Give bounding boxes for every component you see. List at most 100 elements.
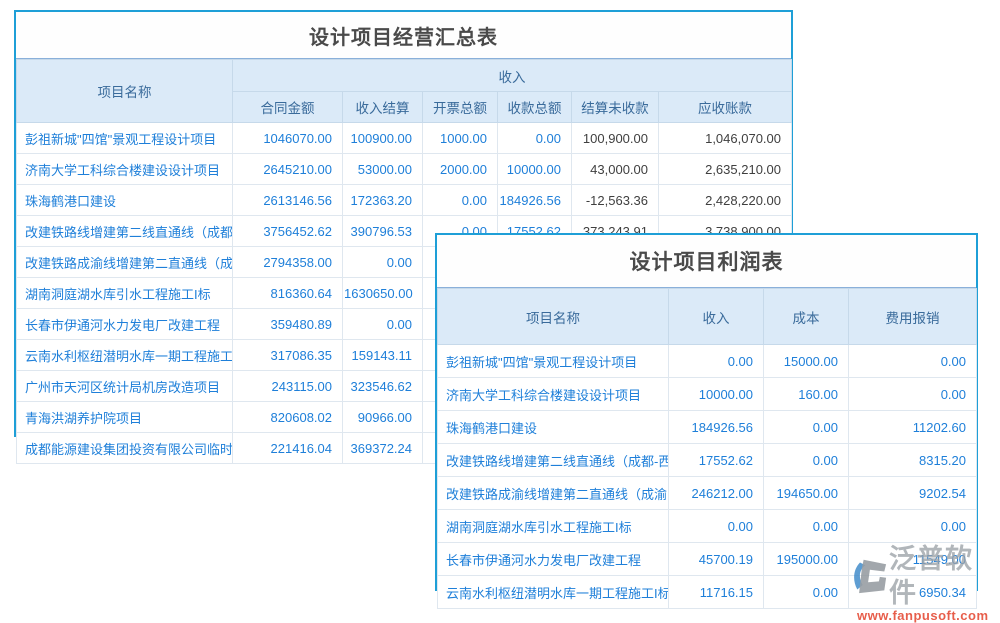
project-name-cell[interactable]: 改建铁路成渝线增建第二直通线（成 [17,247,233,278]
column-header: 收款总额 [498,92,572,123]
project-name-cell[interactable]: 成都能源建设集团投资有限公司临时 [17,433,233,464]
value-cell: 2794358.00 [233,247,343,278]
project-name-cell[interactable]: 改建铁路线增建第二线直通线（成都-西 [438,444,669,477]
value-cell: 2,635,210.00 [659,154,792,185]
value-cell: 0.00 [423,185,498,216]
value-cell: 820608.02 [233,402,343,433]
summary-table-title: 设计项目经营汇总表 [16,12,791,59]
value-cell: 100900.00 [343,123,423,154]
value-cell: 2613146.56 [233,185,343,216]
table-row: 彭祖新城"四馆"景观工程设计项目0.0015000.000.00 [438,345,977,378]
value-cell: 2,428,220.00 [659,185,792,216]
value-cell: 369372.24 [343,433,423,464]
project-name-cell[interactable]: 改建铁路成渝线增建第二直通线（成渝 [438,477,669,510]
value-cell: 390796.53 [343,216,423,247]
value-cell: 6950.34 [849,576,977,609]
group-header-income: 收入 [233,60,792,92]
value-cell: 100,900.00 [572,123,659,154]
column-header-project-name: 项目名称 [17,60,233,123]
value-cell: 3756452.62 [233,216,343,247]
value-cell: 0.00 [343,309,423,340]
value-cell: 2000.00 [423,154,498,185]
value-cell: 172363.20 [343,185,423,216]
value-cell: 184926.56 [498,185,572,216]
value-cell: -12,563.36 [572,185,659,216]
column-header: 项目名称 [438,289,669,345]
value-cell: 221416.04 [233,433,343,464]
table-row: 彭祖新城"四馆"景观工程设计项目1046070.00100900.001000.… [17,123,792,154]
table-row: 湖南洞庭湖水库引水工程施工I标0.000.000.00 [438,510,977,543]
value-cell: 9202.54 [849,477,977,510]
value-cell: 10000.00 [669,378,764,411]
table-row: 改建铁路成渝线增建第二直通线（成渝246212.00194650.009202.… [438,477,977,510]
project-name-cell[interactable]: 珠海鹤港口建设 [17,185,233,216]
project-name-cell[interactable]: 珠海鹤港口建设 [438,411,669,444]
project-name-cell[interactable]: 济南大学工科综合楼建设设计项目 [438,378,669,411]
table-row: 济南大学工科综合楼建设设计项目2645210.0053000.002000.00… [17,154,792,185]
value-cell: 323546.62 [343,371,423,402]
profit-table: 项目名称收入成本费用报销 彭祖新城"四馆"景观工程设计项目0.0015000.0… [437,288,977,609]
project-name-cell[interactable]: 长春市伊通河水力发电厂改建工程 [17,309,233,340]
value-cell: 53000.00 [343,154,423,185]
value-cell: 43,000.00 [572,154,659,185]
project-name-cell[interactable]: 青海洪湖养护院项目 [17,402,233,433]
column-header: 成本 [764,289,849,345]
table-row: 长春市伊通河水力发电厂改建工程45700.19195000.0011549.00 [438,543,977,576]
project-name-cell[interactable]: 云南水利枢纽潜明水库一期工程施工 [17,340,233,371]
project-name-cell[interactable]: 长春市伊通河水力发电厂改建工程 [438,543,669,576]
project-name-cell[interactable]: 济南大学工科综合楼建设设计项目 [17,154,233,185]
project-name-cell[interactable]: 彭祖新城"四馆"景观工程设计项目 [17,123,233,154]
value-cell: 1046070.00 [233,123,343,154]
value-cell: 0.00 [764,510,849,543]
value-cell: 11549.00 [849,543,977,576]
table-row: 珠海鹤港口建设184926.560.0011202.60 [438,411,977,444]
column-header: 结算未收款 [572,92,659,123]
value-cell: 0.00 [764,576,849,609]
value-cell: 0.00 [669,510,764,543]
value-cell: 246212.00 [669,477,764,510]
value-cell: 816360.64 [233,278,343,309]
value-cell: 359480.89 [233,309,343,340]
value-cell: 195000.00 [764,543,849,576]
value-cell: 11202.60 [849,411,977,444]
column-header: 合同金额 [233,92,343,123]
value-cell: 194650.00 [764,477,849,510]
value-cell: 1000.00 [423,123,498,154]
value-cell: 317086.35 [233,340,343,371]
value-cell: 160.00 [764,378,849,411]
project-name-cell[interactable]: 湖南洞庭湖水库引水工程施工I标 [438,510,669,543]
project-name-cell[interactable]: 云南水利枢纽潜明水库一期工程施工I标 [438,576,669,609]
profit-table-panel: 设计项目利润表 项目名称收入成本费用报销 彭祖新城"四馆"景观工程设计项目0.0… [435,233,978,591]
value-cell: 2645210.00 [233,154,343,185]
column-header: 费用报销 [849,289,977,345]
value-cell: 1,046,070.00 [659,123,792,154]
value-cell: 11716.15 [669,576,764,609]
profit-table-title: 设计项目利润表 [437,235,976,288]
value-cell: 159143.11 [343,340,423,371]
value-cell: 0.00 [849,510,977,543]
column-header: 收入结算 [343,92,423,123]
table-row: 云南水利枢纽潜明水库一期工程施工I标11716.150.006950.34 [438,576,977,609]
table-row: 改建铁路线增建第二线直通线（成都-西17552.620.008315.20 [438,444,977,477]
value-cell: 0.00 [849,345,977,378]
column-header: 应收账款 [659,92,792,123]
table-row: 珠海鹤港口建设2613146.56172363.200.00184926.56-… [17,185,792,216]
value-cell: 243115.00 [233,371,343,402]
value-cell: 10000.00 [498,154,572,185]
value-cell: 90966.00 [343,402,423,433]
value-cell: 184926.56 [669,411,764,444]
value-cell: 17552.62 [669,444,764,477]
value-cell: 1630650.00 [343,278,423,309]
project-name-cell[interactable]: 改建铁路线增建第二线直通线（成都 [17,216,233,247]
value-cell: 0.00 [764,411,849,444]
project-name-cell[interactable]: 广州市天河区统计局机房改造项目 [17,371,233,402]
value-cell: 0.00 [343,247,423,278]
value-cell: 0.00 [849,378,977,411]
value-cell: 8315.20 [849,444,977,477]
value-cell: 15000.00 [764,345,849,378]
value-cell: 0.00 [764,444,849,477]
value-cell: 0.00 [498,123,572,154]
project-name-cell[interactable]: 湖南洞庭湖水库引水工程施工I标 [17,278,233,309]
project-name-cell[interactable]: 彭祖新城"四馆"景观工程设计项目 [438,345,669,378]
table-row: 济南大学工科综合楼建设设计项目10000.00160.000.00 [438,378,977,411]
